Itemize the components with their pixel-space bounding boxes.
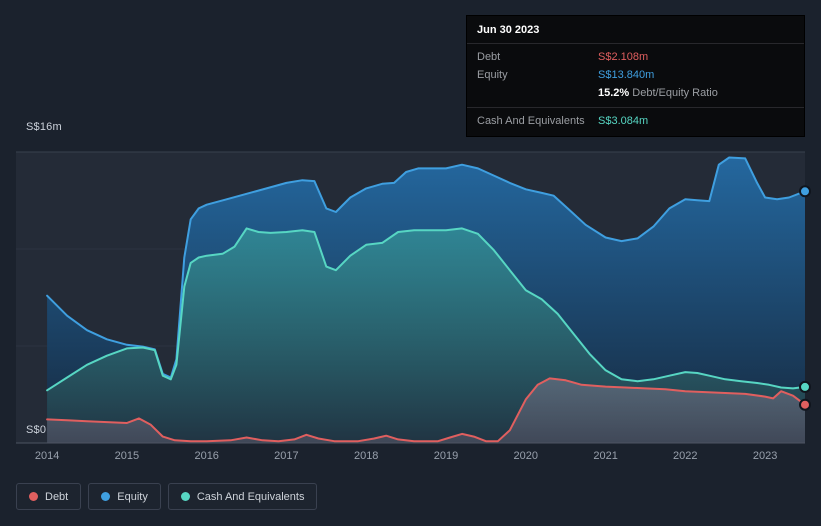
- x-tick-label: 2016: [194, 450, 218, 462]
- tooltip-ratio-label: Debt/Equity Ratio: [632, 87, 718, 99]
- legend-label: Cash And Equivalents: [196, 490, 305, 503]
- legend-item-cash[interactable]: Cash And Equivalents: [167, 483, 318, 510]
- tooltip-ratio-value: 15.2%: [598, 87, 630, 99]
- x-tick-label: 2015: [115, 450, 139, 462]
- tooltip-debt-row: Debt S$2.108m: [467, 48, 804, 66]
- x-tick-label: 2023: [753, 450, 777, 462]
- legend-item-equity[interactable]: Equity: [88, 483, 161, 510]
- y-axis-label-max: S$16m: [26, 121, 62, 133]
- tooltip-date: Jun 30 2023: [467, 16, 804, 44]
- y-axis-label-zero: S$0: [26, 424, 47, 436]
- tooltip-debt-value: S$2.108m: [598, 51, 649, 63]
- tooltip-equity-label: Equity: [477, 69, 508, 81]
- endpoint-debt[interactable]: [799, 398, 811, 411]
- chart-tooltip: Jun 30 2023 Debt S$2.108m Equity S$13.84…: [466, 15, 805, 137]
- x-tick-label: 2017: [274, 450, 298, 462]
- legend-item-debt[interactable]: Debt: [16, 483, 82, 510]
- x-tick-label: 2021: [593, 450, 617, 462]
- tooltip-cash-label: Cash And Equivalents: [477, 115, 585, 127]
- x-tick-label: 2020: [514, 450, 538, 462]
- cash-dot: [180, 492, 190, 501]
- x-tick-label: 2022: [673, 450, 697, 462]
- chart-legend: Debt Equity Cash And Equivalents: [16, 483, 318, 510]
- tooltip-ratio-row: 15.2% Debt/Equity Ratio: [467, 84, 804, 102]
- legend-label: Equity: [117, 490, 148, 503]
- tooltip-equity-row: Equity S$13.840m: [467, 66, 804, 84]
- equity-dot: [101, 492, 111, 501]
- x-tick-label: 2018: [354, 450, 378, 462]
- tooltip-cash-row: Cash And Equivalents S$3.084m: [467, 107, 804, 136]
- x-tick-label: 2014: [35, 450, 59, 462]
- debt-equity-history-chart: 2014 2015 2016 2017 2018 2019 2020 2021 2022 2023…: [0, 0, 821, 526]
- tooltip-cash-value: S$3.084m: [598, 115, 649, 127]
- endpoint-equity[interactable]: [799, 185, 811, 198]
- endpoint-cash[interactable]: [799, 380, 811, 393]
- tooltip-debt-label: Debt: [477, 51, 501, 63]
- legend-label: Debt: [45, 490, 69, 503]
- tooltip-equity-value: S$13.840m: [598, 69, 655, 81]
- debt-dot: [29, 492, 38, 501]
- x-tick-label: 2019: [434, 450, 458, 462]
